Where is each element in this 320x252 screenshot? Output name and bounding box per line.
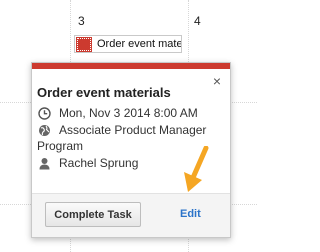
event-assignee: Rachel Sprung [59,156,139,170]
annotation-arrow-icon [184,146,209,192]
person-icon [37,156,51,170]
event-title: Order event materials [37,85,171,100]
globe-icon [37,123,51,137]
close-icon[interactable]: × [213,74,221,88]
clock-icon [37,106,51,120]
complete-task-button[interactable]: Complete Task [45,202,141,227]
event-color-swatch [76,36,92,52]
event-assignee-row: Rachel Sprung [37,156,138,170]
edit-link[interactable]: Edit [180,208,201,220]
event-chip-label: Order event mater [97,38,182,50]
day-number-4[interactable]: 4 [194,14,201,28]
calendar-event-chip[interactable]: Order event mater [74,35,182,53]
event-calendar-row-continued: Program [37,139,83,153]
day-number-3[interactable]: 3 [78,14,85,28]
event-calendar-row: Associate Product Manager [37,123,206,137]
event-datetime-row: Mon, Nov 3 2014 8:00 AM [37,106,198,120]
event-calendar-line1: Associate Product Manager [59,123,207,137]
popup-footer: Complete Task Edit [32,193,230,237]
popup-accent-bar [32,63,230,69]
event-datetime: Mon, Nov 3 2014 8:00 AM [59,106,198,120]
event-calendar-line2: Program [37,139,84,153]
